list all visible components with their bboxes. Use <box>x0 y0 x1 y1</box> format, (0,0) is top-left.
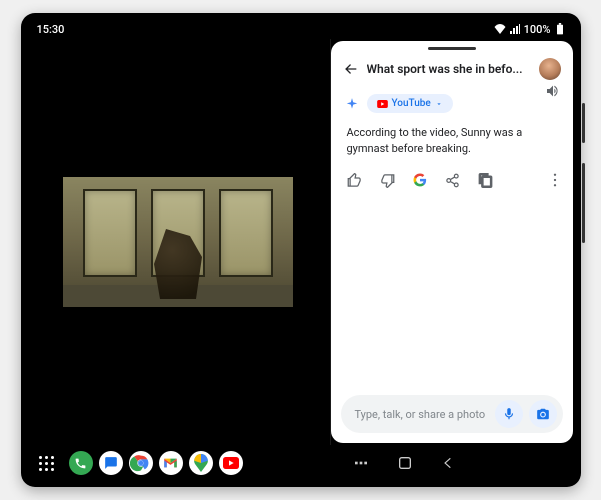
volume-button[interactable] <box>582 103 585 143</box>
camera-button[interactable] <box>529 400 557 428</box>
camera-icon <box>536 407 550 421</box>
speaker-icon[interactable] <box>545 83 561 99</box>
chevron-down-icon <box>435 100 443 108</box>
source-chip-youtube[interactable]: YouTube <box>367 94 453 113</box>
input-placeholder: Type, talk, or share a photo <box>355 408 489 421</box>
status-icons: 100% <box>494 23 565 36</box>
avatar[interactable] <box>539 58 561 80</box>
nav-back[interactable] <box>441 455 455 471</box>
back-button[interactable] <box>343 61 359 77</box>
video-player-pane[interactable] <box>27 39 330 445</box>
chip-label: YouTube <box>392 98 431 109</box>
sparkle-icon <box>345 97 359 111</box>
messages-app[interactable] <box>99 451 123 475</box>
power-button[interactable] <box>582 163 585 243</box>
clock: 15:30 <box>37 23 65 36</box>
battery-text: 100% <box>524 23 551 36</box>
thumbs-down-icon[interactable] <box>380 173 395 188</box>
youtube-app[interactable] <box>219 451 243 475</box>
maps-app[interactable] <box>189 451 213 475</box>
phone-app[interactable] <box>69 451 93 475</box>
page-title: What sport was she in befo... <box>367 62 531 76</box>
signal-icon <box>510 24 520 34</box>
mic-button[interactable] <box>495 400 523 428</box>
share-icon[interactable] <box>445 173 460 188</box>
status-bar: 15:30 100% <box>27 19 575 39</box>
thumbs-up-icon[interactable] <box>347 173 362 188</box>
search-input[interactable]: Type, talk, or share a photo <box>341 395 563 433</box>
video-frame <box>63 177 293 307</box>
battery-icon <box>555 23 565 35</box>
wifi-icon <box>494 24 506 34</box>
app-drawer-icon[interactable] <box>37 453 57 473</box>
taskbar <box>27 445 575 481</box>
device-frame: 15:30 100% <box>21 13 581 487</box>
mic-icon <box>502 407 516 421</box>
more-icon[interactable] <box>553 173 557 187</box>
assistant-response: According to the video, Sunny was a gymn… <box>331 119 573 163</box>
nav-recent[interactable] <box>353 455 369 471</box>
nav-home[interactable] <box>397 455 413 471</box>
copy-icon[interactable] <box>478 173 493 188</box>
youtube-icon <box>377 100 388 108</box>
gmail-app[interactable] <box>159 451 183 475</box>
assistant-panel: What sport was she in befo... YouTube <box>331 41 573 443</box>
chrome-app[interactable] <box>129 451 153 475</box>
google-icon[interactable] <box>413 173 427 187</box>
screen: 15:30 100% <box>27 19 575 481</box>
